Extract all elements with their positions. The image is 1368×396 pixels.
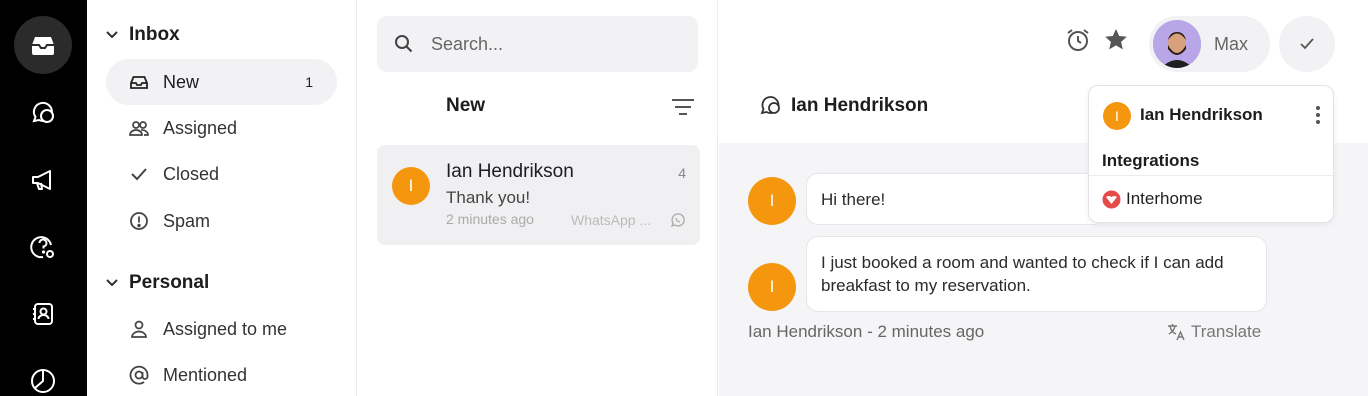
search-input[interactable] <box>431 33 681 55</box>
star-icon[interactable] <box>1102 26 1130 54</box>
chat-bubble-icon <box>760 96 780 115</box>
users-icon <box>128 117 150 139</box>
app-rail <box>0 0 87 396</box>
rail-chats-button[interactable] <box>14 84 72 142</box>
message-bubble: Hi there! <box>806 173 1106 225</box>
sidebar-item-new[interactable]: New 1 <box>106 59 337 105</box>
rail-inbox-button[interactable] <box>14 16 72 74</box>
chevron-down-icon <box>106 31 118 39</box>
more-vertical-icon[interactable] <box>1313 104 1323 126</box>
unread-count-badge: 1 <box>305 74 313 90</box>
pie-chart-icon <box>31 369 55 393</box>
inbox-tray-icon <box>128 71 150 93</box>
conversation-contact-name: Ian Hendrikson <box>446 161 574 182</box>
rail-contacts-button[interactable] <box>14 285 72 343</box>
conversation-preview: Thank you! <box>446 188 531 207</box>
sidebar-item-label: Assigned to me <box>163 318 288 339</box>
check-icon <box>128 163 150 185</box>
help-settings-icon <box>30 236 54 259</box>
sidebar-item-label: Spam <box>163 210 211 231</box>
chat-bubble-icon <box>32 101 54 123</box>
sidebar-item-spam[interactable]: Spam <box>106 198 337 244</box>
interhome-logo-icon <box>1102 190 1121 208</box>
user-menu-button[interactable]: Max <box>1149 16 1270 72</box>
sidebar: Inbox New 1 Assigned Closed Spam Persona… <box>87 0 357 396</box>
whatsapp-icon <box>670 213 685 228</box>
contact-info-popover: I Ian Hendrikson Integrations Interhome <box>1088 85 1334 223</box>
sidebar-item-label: New <box>163 71 200 92</box>
integration-label: Interhome <box>1126 189 1203 208</box>
contact-avatar: I <box>392 167 430 205</box>
contact-avatar: I <box>1103 102 1131 130</box>
integration-link[interactable]: Interhome <box>1102 189 1203 209</box>
search-icon <box>395 35 413 53</box>
conversation-detail: Ian Hendrikson Max I Hi there! I I just … <box>719 0 1368 396</box>
search-box <box>377 16 698 72</box>
contacts-icon <box>33 303 53 325</box>
personal-section-toggle[interactable]: Personal <box>105 272 209 294</box>
divider <box>1089 175 1333 176</box>
message-avatar: I <box>748 263 796 311</box>
at-icon <box>128 364 150 386</box>
user-name: Max <box>1214 33 1249 54</box>
sort-icon[interactable] <box>671 96 695 118</box>
inbox-icon <box>32 37 54 55</box>
personal-section-title: Personal <box>129 272 210 293</box>
avatar <box>1153 20 1201 68</box>
conversation-message-count: 4 <box>678 165 686 181</box>
rail-reports-button[interactable] <box>14 352 72 396</box>
sidebar-item-assigned-to-me[interactable]: Assigned to me <box>106 306 337 352</box>
alert-circle-icon <box>128 210 150 232</box>
user-icon <box>128 318 150 340</box>
snooze-alarm-icon[interactable] <box>1064 26 1092 54</box>
translate-button[interactable]: Translate <box>1167 322 1261 342</box>
inbox-section-title: Inbox <box>129 24 180 45</box>
popover-contact-name: Ian Hendrikson <box>1140 105 1263 124</box>
message-avatar: I <box>748 177 796 225</box>
rail-campaigns-button[interactable] <box>14 151 72 209</box>
user-photo-icon <box>1153 20 1201 68</box>
contact-name-heading: Ian Hendrikson <box>791 95 929 116</box>
conversation-list-panel: New I Ian Hendrikson 4 Thank you! 2 minu… <box>357 0 718 396</box>
megaphone-icon <box>32 170 51 190</box>
conversation-item[interactable]: I Ian Hendrikson 4 Thank you! 2 minutes … <box>377 145 700 245</box>
check-icon <box>1300 38 1314 50</box>
translate-label: Translate <box>1191 322 1262 341</box>
message-meta: Ian Hendrikson - 2 minutes ago <box>748 322 985 341</box>
conversation-channel: WhatsApp ... <box>571 212 652 228</box>
chevron-down-icon <box>106 279 118 287</box>
sidebar-item-label: Mentioned <box>163 364 248 385</box>
sidebar-item-closed[interactable]: Closed <box>106 151 337 197</box>
resolve-button[interactable] <box>1279 16 1335 72</box>
sidebar-item-label: Closed <box>163 163 220 184</box>
sidebar-item-assigned[interactable]: Assigned <box>106 105 337 151</box>
conversation-time: 2 minutes ago <box>446 211 534 227</box>
rail-help-button[interactable] <box>14 218 72 276</box>
message-bubble: I just booked a room and wanted to check… <box>806 236 1267 312</box>
integrations-heading: Integrations <box>1102 151 1200 170</box>
list-title: New <box>446 95 486 116</box>
inbox-section-toggle[interactable]: Inbox <box>105 24 180 46</box>
translate-icon <box>1168 324 1185 341</box>
sidebar-item-label: Assigned <box>163 117 238 138</box>
sidebar-item-mentioned[interactable]: Mentioned <box>106 352 337 396</box>
